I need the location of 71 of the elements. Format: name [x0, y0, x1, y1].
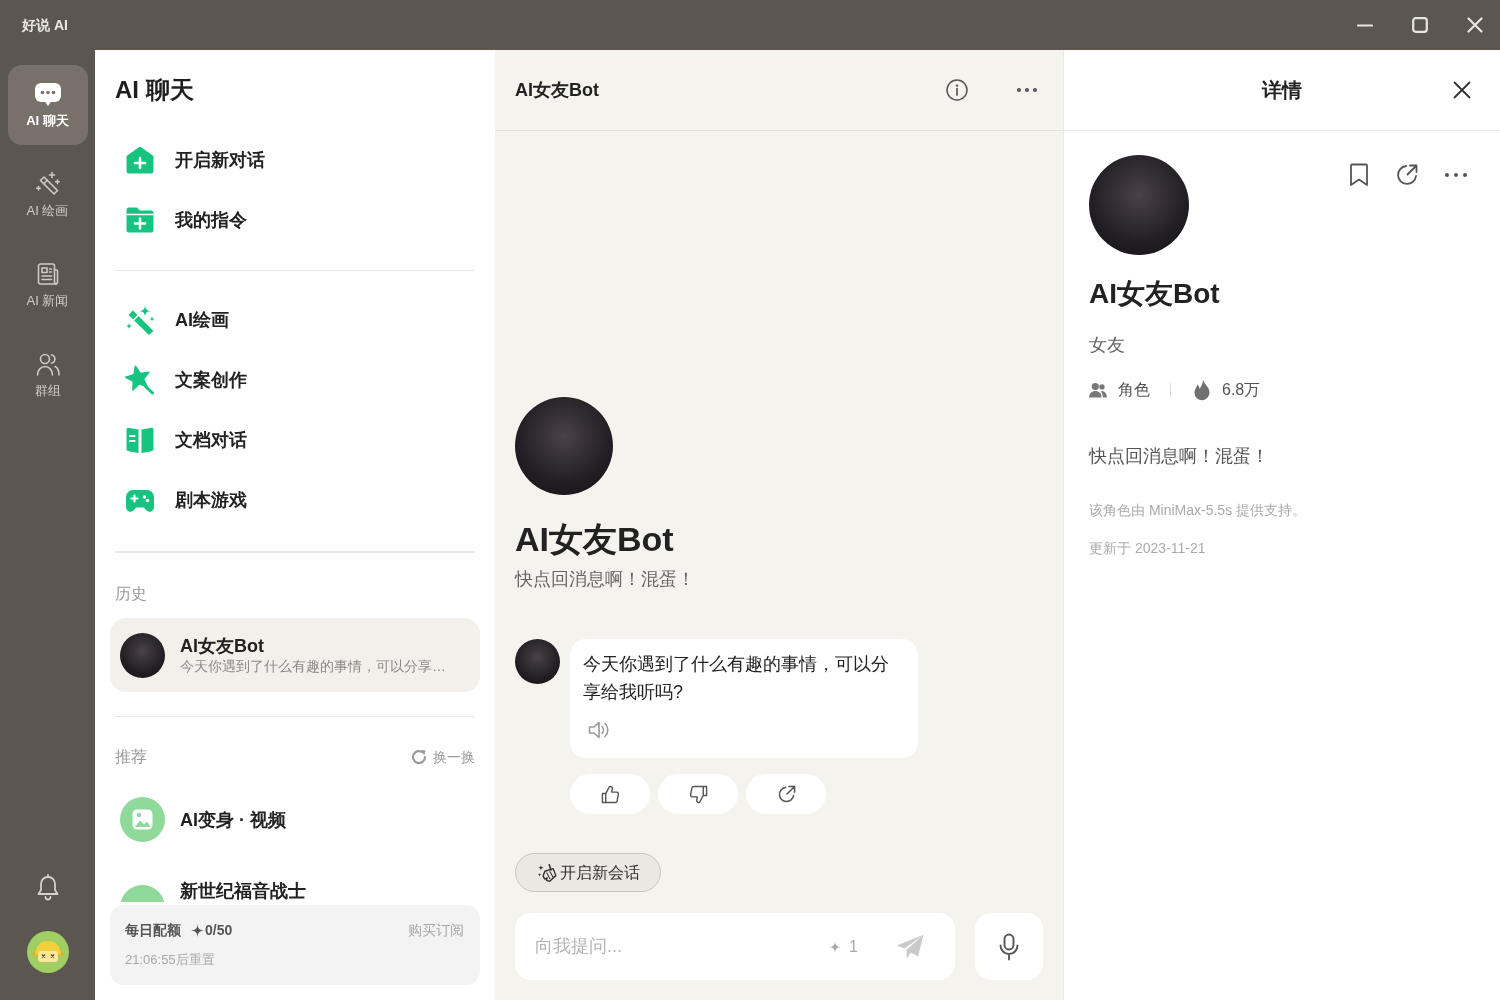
description-text: 快点回消息啊！混蛋！ — [1089, 445, 1270, 468]
quota-count: 0/50 — [205, 921, 233, 940]
cartoon-avatar-icon[interactable] — [26, 931, 69, 973]
chat-bubble-icon — [33, 81, 62, 107]
refresh-icon — [411, 749, 427, 765]
magic-wand-icon — [125, 305, 155, 335]
close-icon[interactable] — [1453, 81, 1471, 99]
sidebar-menu-item[interactable]: 文案创作 — [115, 350, 475, 410]
broom-icon — [537, 862, 558, 883]
nav-rail-item[interactable]: AI 聊天 — [7, 65, 88, 145]
thumbs-up-icon — [600, 784, 620, 804]
mic-icon — [998, 932, 1020, 961]
share-icon — [776, 784, 796, 804]
share-icon[interactable] — [1395, 163, 1419, 187]
speaker-icon[interactable] — [588, 720, 610, 740]
sidebar-menu-item[interactable]: 我的指令 — [115, 190, 475, 250]
chat-title: AI女友Bot — [515, 79, 599, 102]
bot-name: AI女友Bot — [1089, 277, 1221, 311]
nav-rail-item[interactable]: AI 新闻 — [7, 245, 88, 325]
update-date: 更新于 2023-11-21 — [1089, 539, 1207, 558]
like-button[interactable] — [570, 774, 650, 814]
reset-time: 21:06:55后重置 — [125, 951, 216, 969]
chat-name: AI女友Bot — [180, 635, 265, 657]
share-button[interactable] — [746, 774, 826, 814]
nav-rail-item[interactable]: AI 绘画 — [7, 155, 88, 235]
section-heading: 推荐 — [115, 747, 147, 767]
nav-rail-item[interactable]: 群组 — [7, 335, 88, 415]
bot-name: AI女友Bot — [515, 519, 675, 559]
info-icon[interactable] — [946, 79, 968, 101]
role-label: 角色 — [1118, 380, 1150, 400]
avatar-photo — [120, 632, 165, 678]
cost-count: 1 — [849, 936, 858, 957]
section-heading: 历史 — [115, 584, 148, 604]
more-icon[interactable] — [1445, 173, 1467, 177]
quota-label: 每日配额 — [125, 921, 181, 940]
sidebar-menu-item[interactable]: AI绘画 — [115, 290, 475, 350]
message-preview: 今天你遇到了什么有趣的事情，可以分享… — [180, 657, 446, 675]
bookmark-icon[interactable] — [1349, 163, 1369, 187]
sidebar-menu-item[interactable]: 文档对话 — [115, 410, 475, 470]
flame-icon — [1193, 379, 1211, 401]
minimize-icon[interactable] — [1357, 23, 1373, 27]
bot-tagline: 快点回消息啊！混蛋！ — [515, 568, 696, 591]
avatar-photo — [515, 639, 560, 684]
magic-wand-icon — [34, 171, 61, 197]
house-plus-icon — [125, 145, 155, 175]
open-book-icon — [125, 425, 155, 455]
recommend-item[interactable]: 新世纪福音战士 — [115, 880, 475, 902]
more-icon[interactable] — [1017, 88, 1037, 92]
history-item[interactable]: AI女友Bot 今天你遇到了什么有趣的事情，可以分享… — [110, 618, 480, 692]
thumbs-down-icon — [688, 784, 708, 804]
mic-button[interactable] — [975, 913, 1043, 980]
app-title: 好说 AI — [22, 16, 68, 35]
panel-title: 详情 — [1262, 78, 1302, 103]
sidebar-menu-item[interactable]: 剧本游戏 — [115, 470, 475, 530]
message-text: 今天你遇到了什么有趣的事情，可以分享给我听吗? — [583, 653, 890, 704]
folder-plus-icon — [125, 205, 155, 235]
people-icon — [34, 351, 61, 377]
recommend-item[interactable]: AI变身 · 视频 — [115, 797, 475, 842]
star-icon — [125, 365, 155, 395]
sidebar-menu-item[interactable]: 开启新对话 — [115, 130, 475, 190]
model-note: 该角色由 MiniMax-5.5s 提供支持。 — [1089, 501, 1308, 520]
new-chat-button[interactable]: 开启新会话 — [515, 853, 661, 892]
sidebar-title: AI 聊天 — [115, 75, 195, 105]
category-text: 女友 — [1089, 334, 1126, 357]
message-input[interactable]: 向我提问... — [535, 932, 830, 961]
popularity-count: 6.8万 — [1222, 380, 1261, 400]
image-icon — [120, 797, 165, 842]
maximize-icon[interactable] — [1412, 17, 1428, 33]
dislike-button[interactable] — [658, 774, 738, 814]
people-icon — [1089, 382, 1107, 398]
sparkle-icon — [191, 923, 204, 937]
